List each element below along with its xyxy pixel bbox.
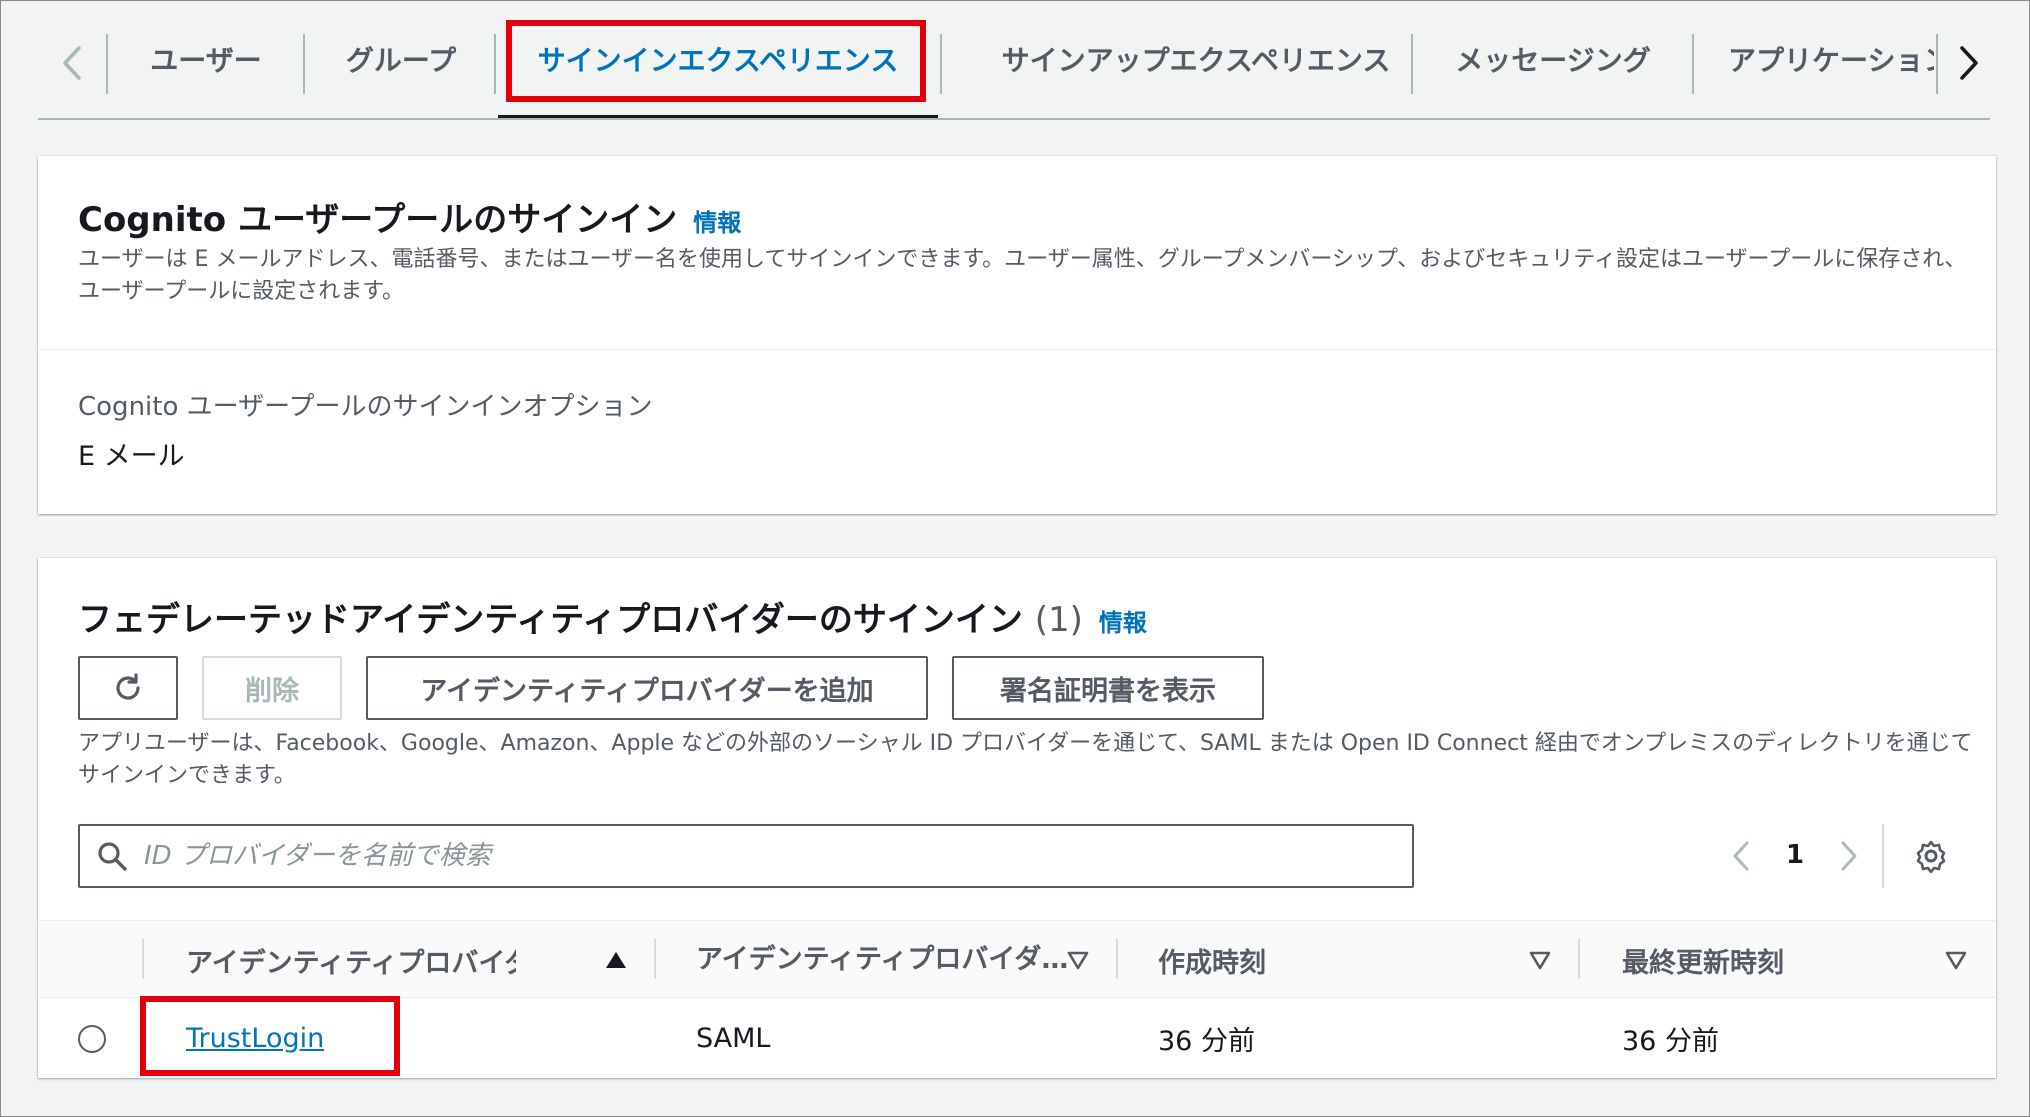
settings-gear-icon[interactable] [1914, 839, 1948, 873]
provider-name-link[interactable]: TrustLogin [186, 1023, 324, 1054]
show-signing-certificate-button[interactable]: 署名証明書を表示 [952, 656, 1264, 720]
signin-panel: Cognito ユーザープールのサインイン 情報 ユーザーは E メールアドレス、… [38, 156, 1996, 514]
column-separator [142, 939, 144, 979]
tab-groups[interactable]: グループ [305, 0, 497, 118]
signin-option-label: Cognito ユーザープールのサインインオプション [78, 392, 653, 422]
signin-description: ユーザーは E メールアドレス、電話番号、またはユーザー名を使用してサインインで… [78, 247, 1967, 304]
provider-search-box [78, 824, 1414, 888]
signin-option-value: E メール [78, 441, 185, 472]
pagination-current-page[interactable]: 1 [1786, 840, 1804, 870]
tab-app-integration[interactable]: アプリケーション統合 [1728, 0, 1934, 118]
add-identity-provider-button[interactable]: アイデンティティプロバイダーを追加 [366, 656, 928, 720]
provider-type-cell: SAML [696, 1022, 771, 1054]
providers-table-header: アイデンティティプロバイダー アイデンティティプロバイダーのタイプ 作成時刻 最… [38, 920, 1996, 998]
column-header-updated[interactable]: 最終更新時刻 [1622, 921, 1922, 999]
tab-signup-experience[interactable]: サインアップエクスペリエンス [942, 0, 1450, 118]
pagination-next-button[interactable] [1834, 824, 1864, 888]
column-header-provider-type[interactable]: アイデンティティプロバイダーのタイプ [696, 921, 1070, 999]
federated-description: アプリユーザーは、Facebook、Google、Amazon、Apple など… [78, 731, 1973, 788]
panel-divider [38, 349, 1996, 350]
signin-panel-header: Cognito ユーザープールのサインイン 情報 [78, 192, 741, 241]
signin-panel-title: Cognito ユーザープールのサインイン [78, 200, 678, 240]
tab-separator [1936, 34, 1938, 94]
provider-name-cell: TrustLogin [186, 998, 324, 1078]
column-header-created[interactable]: 作成時刻 [1158, 921, 1458, 999]
created-time-cell: 36 分前 [1158, 1025, 1255, 1057]
sort-icon[interactable] [1066, 948, 1090, 972]
tab-users[interactable]: ユーザー [108, 0, 304, 118]
federated-panel-header: フェデレーテッドアイデンティティプロバイダーのサインイン (1) 情報 [78, 592, 1147, 641]
column-separator [1578, 939, 1580, 979]
tab-messaging[interactable]: メッセージング [1413, 0, 1693, 118]
sort-icon[interactable] [1528, 948, 1552, 972]
federated-panel-title: フェデレーテッドアイデンティティプロバイダーのサインイン [78, 600, 1023, 640]
tab-bar: ユーザー グループ サインインエクスペリエンス サインアップエクスペリエンス メ… [38, 0, 1990, 120]
tab-separator [1692, 34, 1694, 94]
pagination-prev-button[interactable] [1726, 824, 1756, 888]
sort-ascending-icon[interactable] [604, 948, 628, 972]
table-row: TrustLogin SAML 36 分前 36 分前 [38, 998, 1996, 1078]
refresh-icon [116, 673, 140, 700]
chevron-right-icon [1841, 841, 1857, 871]
chevron-right-icon [1960, 46, 1978, 80]
provider-search-input[interactable] [144, 830, 1394, 882]
row-select-radio[interactable] [78, 1025, 106, 1053]
search-icon [98, 842, 127, 871]
pagination-separator [1882, 824, 1884, 888]
column-header-provider[interactable]: アイデンティティプロバイダー [186, 921, 516, 999]
column-separator [654, 939, 656, 979]
provider-count: (1) [1034, 600, 1083, 640]
federated-info-link[interactable]: 情報 [1099, 609, 1147, 637]
chevron-left-icon [1733, 841, 1749, 871]
refresh-button[interactable] [78, 656, 178, 720]
tab-signin-experience[interactable]: サインインエクスペリエンス [498, 0, 938, 118]
column-separator [1116, 939, 1118, 979]
signin-info-link[interactable]: 情報 [693, 209, 741, 237]
tab-separator [494, 34, 496, 94]
sort-icon[interactable] [1944, 948, 1968, 972]
tabs-scroll-right-button[interactable] [1949, 38, 1989, 88]
updated-time-cell: 36 分前 [1622, 1025, 1719, 1057]
delete-button[interactable]: 削除 [202, 656, 342, 720]
chevron-left-icon [63, 46, 81, 80]
federated-panel: フェデレーテッドアイデンティティプロバイダーのサインイン (1) 情報 削除 アイ… [38, 558, 1996, 1078]
tabs-scroll-left-button[interactable] [52, 38, 92, 88]
